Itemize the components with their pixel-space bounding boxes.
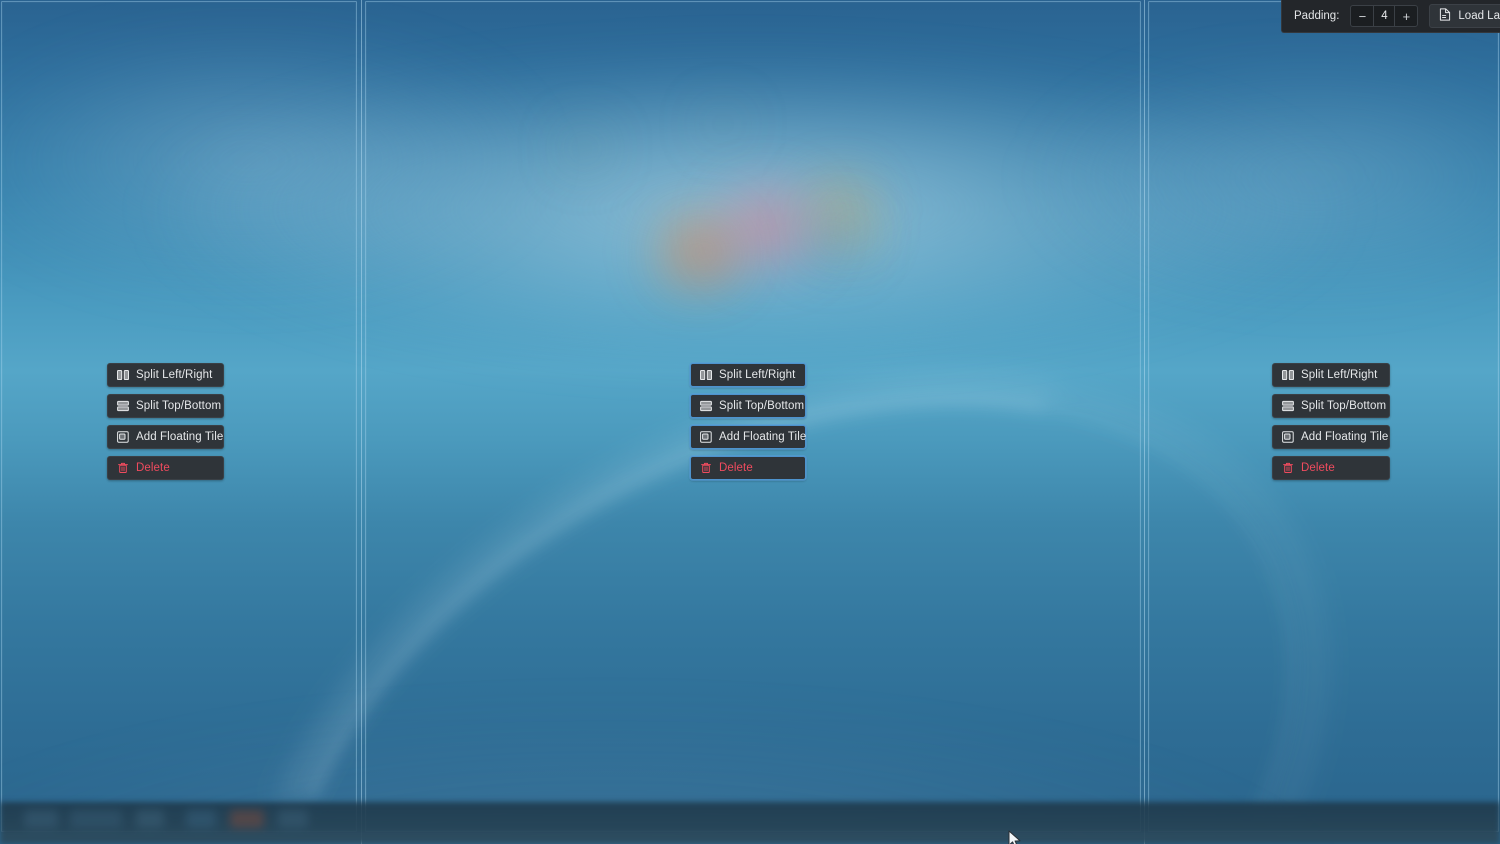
tile-divider-right[interactable] xyxy=(1144,0,1145,844)
taskbar-separator-2 xyxy=(0,839,1500,840)
button-label: Split Top/Bottom xyxy=(1301,400,1387,412)
screen: Split Left/Right Split Top/Bottom Add Fl… xyxy=(0,0,1500,844)
desktop-taskbar[interactable] xyxy=(0,802,1500,844)
load-layout-button[interactable]: Load Layout xyxy=(1429,4,1500,28)
button-label: Split Top/Bottom xyxy=(719,400,805,412)
taskbar-item[interactable] xyxy=(24,810,58,828)
floating-tile-icon xyxy=(117,431,129,443)
taskbar-item[interactable] xyxy=(186,810,216,828)
padding-increment-button[interactable]: + xyxy=(1395,6,1417,26)
trash-icon xyxy=(1282,462,1294,474)
tile-actions-left: Split Left/Right Split Top/Bottom Add Fl… xyxy=(107,363,224,480)
split-top-bottom-button-center-tile[interactable]: Split Top/Bottom xyxy=(690,394,806,418)
button-label: Split Left/Right xyxy=(1301,369,1378,381)
button-label: Split Left/Right xyxy=(719,369,796,381)
add-floating-tile-button-left-tile[interactable]: Add Floating Tile xyxy=(107,425,224,449)
floating-tile-icon xyxy=(700,431,712,443)
button-label: Split Top/Bottom xyxy=(136,400,222,412)
taskbar-item[interactable] xyxy=(278,810,308,828)
split-top-bottom-button-left-tile[interactable]: Split Top/Bottom xyxy=(107,394,224,418)
taskbar-item[interactable] xyxy=(230,810,264,828)
split-top-bottom-icon xyxy=(117,400,129,412)
button-label: Delete xyxy=(136,462,170,474)
padding-decrement-button[interactable]: − xyxy=(1351,6,1373,26)
button-label: Delete xyxy=(1301,462,1335,474)
button-label: Add Floating Tile xyxy=(1301,431,1389,443)
mouse-cursor xyxy=(1008,830,1022,844)
padding-stepper[interactable]: − 4 + xyxy=(1350,5,1419,27)
taskbar-separator xyxy=(0,834,1500,835)
floating-tile-icon xyxy=(1282,431,1294,443)
tile-divider-left[interactable] xyxy=(361,0,362,844)
split-left-right-button-right-tile[interactable]: Split Left/Right xyxy=(1272,363,1390,387)
delete-button-right-tile[interactable]: Delete xyxy=(1272,456,1390,480)
button-label: Delete xyxy=(719,462,753,474)
load-layout-label: Load Layout xyxy=(1458,10,1500,22)
split-top-bottom-icon xyxy=(1282,400,1294,412)
delete-button-left-tile[interactable]: Delete xyxy=(107,456,224,480)
split-top-bottom-button-right-tile[interactable]: Split Top/Bottom xyxy=(1272,394,1390,418)
tile-actions-center: Split Left/Right Split Top/Bottom Add Fl… xyxy=(690,363,806,480)
padding-value[interactable]: 4 xyxy=(1373,6,1396,26)
button-label: Add Floating Tile xyxy=(719,431,807,443)
split-top-bottom-icon xyxy=(700,400,712,412)
trash-icon xyxy=(700,462,712,474)
taskbar-item[interactable] xyxy=(136,810,164,828)
delete-button-center-tile[interactable]: Delete xyxy=(690,456,806,480)
padding-label: Padding: xyxy=(1294,10,1340,22)
taskbar-item[interactable] xyxy=(70,810,122,828)
button-label: Split Left/Right xyxy=(136,369,213,381)
file-load-icon xyxy=(1439,8,1451,24)
button-label: Add Floating Tile xyxy=(136,431,224,443)
trash-icon xyxy=(117,462,129,474)
split-left-right-icon xyxy=(700,369,712,381)
split-left-right-icon xyxy=(1282,369,1294,381)
add-floating-tile-button-center-tile[interactable]: Add Floating Tile xyxy=(690,425,806,449)
layout-toolbar: Padding: − 4 + Load Layout xyxy=(1281,0,1500,33)
split-left-right-button-left-tile[interactable]: Split Left/Right xyxy=(107,363,224,387)
add-floating-tile-button-right-tile[interactable]: Add Floating Tile xyxy=(1272,425,1390,449)
split-left-right-button-center-tile[interactable]: Split Left/Right xyxy=(690,363,806,387)
split-left-right-icon xyxy=(117,369,129,381)
tile-actions-right: Split Left/Right Split Top/Bottom Add Fl… xyxy=(1272,363,1390,480)
